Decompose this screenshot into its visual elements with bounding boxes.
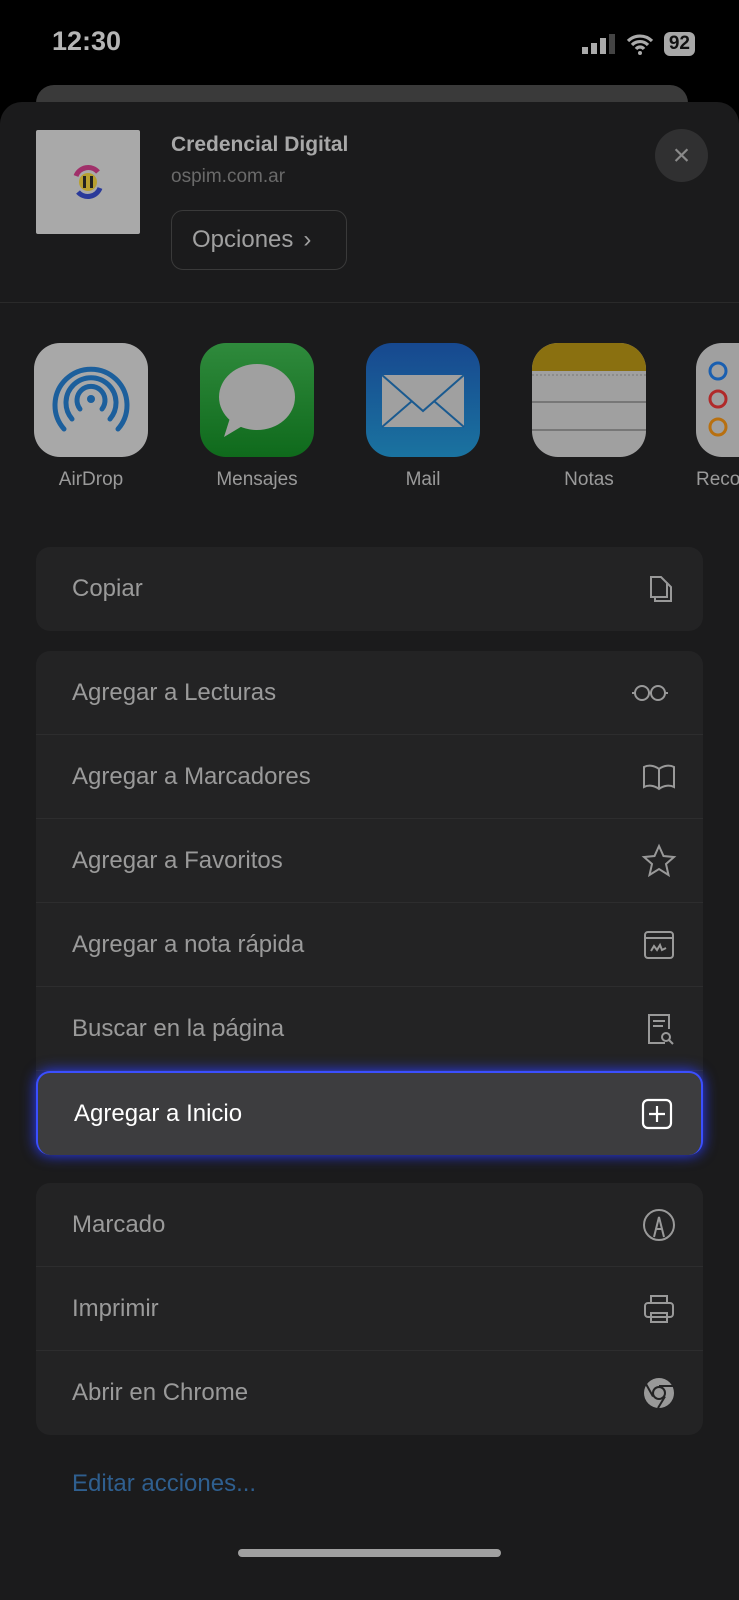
action-group-copy: Copiar <box>36 547 703 631</box>
action-label: Agregar a Marcadores <box>72 762 311 790</box>
signal-icon <box>581 34 615 54</box>
action-label: Copiar <box>72 575 143 602</box>
copy-icon <box>650 576 672 602</box>
reminders-icon <box>696 343 739 457</box>
chevron-right-icon: › <box>303 226 312 253</box>
action-label: Imprimir <box>72 1294 159 1322</box>
glasses-icon <box>632 684 668 701</box>
share-app-recordatorios[interactable]: Reco <box>696 343 739 491</box>
action-nota-rapida[interactable]: Agregar a nota rápida <box>36 903 703 987</box>
action-group-add: Agregar a Lecturas Agregar a Marcadores … <box>36 651 703 1155</box>
action-copiar[interactable]: Copiar <box>36 547 703 631</box>
share-app-mail[interactable]: Mail <box>366 343 480 491</box>
battery-level: 92 <box>663 32 695 56</box>
share-app-mensajes[interactable]: Mensajes <box>200 343 314 491</box>
options-button[interactable]: Opciones › <box>171 210 347 270</box>
share-app-airdrop[interactable]: AirDrop <box>34 343 148 491</box>
markup-icon <box>643 1208 675 1241</box>
action-abrir-chrome[interactable]: Abrir en Chrome <box>36 1351 703 1435</box>
star-icon <box>641 843 677 877</box>
edit-actions-link[interactable]: Editar acciones... <box>72 1470 256 1498</box>
page-url: ospim.com.ar <box>171 166 286 187</box>
notes-icon <box>532 343 646 457</box>
status-time: 12:30 <box>52 26 122 56</box>
find-in-page-icon <box>648 1013 674 1045</box>
divider <box>0 302 739 303</box>
action-label: Marcado <box>72 1210 166 1238</box>
home-indicator[interactable] <box>238 1549 501 1557</box>
action-buscar-pagina[interactable]: Buscar en la página <box>36 987 703 1071</box>
action-agregar-lecturas[interactable]: Agregar a Lecturas <box>36 651 703 735</box>
action-label: Agregar a Favoritos <box>72 846 283 874</box>
add-square-icon <box>641 1098 673 1130</box>
action-label: Agregar a nota rápida <box>72 930 305 958</box>
close-button[interactable]: × <box>655 129 708 182</box>
site-thumbnail <box>36 130 140 234</box>
action-label: Buscar en la página <box>72 1014 285 1042</box>
ospim-logo <box>73 165 103 199</box>
chrome-icon <box>644 1378 674 1409</box>
action-label: Agregar a Inicio <box>74 1100 243 1127</box>
action-label: Agregar a Lecturas <box>72 678 277 706</box>
page-title: Credencial Digital <box>171 133 349 156</box>
options-label: Opciones <box>192 226 294 253</box>
mail-icon <box>366 343 480 457</box>
action-agregar-inicio[interactable]: Agregar a Inicio <box>36 1071 703 1155</box>
app-label: Notas <box>564 469 614 490</box>
airdrop-icon <box>34 343 148 457</box>
action-label: Abrir en Chrome <box>72 1379 249 1406</box>
action-imprimir[interactable]: Imprimir <box>36 1267 703 1351</box>
status-icons: 92 <box>581 32 695 56</box>
action-agregar-favoritos[interactable]: Agregar a Favoritos <box>36 819 703 903</box>
app-label: AirDrop <box>58 469 124 490</box>
action-marcado[interactable]: Marcado <box>36 1183 703 1267</box>
quick-note-icon <box>644 930 674 959</box>
app-label: Mail <box>405 469 441 490</box>
action-group-other: Marcado Imprimir Abrir en Chrome <box>36 1183 703 1435</box>
action-agregar-marcadores[interactable]: Agregar a Marcadores <box>36 735 703 819</box>
app-label: Reco <box>696 469 739 490</box>
book-icon <box>643 764 675 790</box>
printer-icon <box>644 1294 674 1323</box>
wifi-icon <box>626 34 653 55</box>
close-icon: × <box>672 138 691 172</box>
app-label: Mensajes <box>216 469 298 490</box>
share-app-notas[interactable]: Notas <box>532 343 646 491</box>
messages-icon <box>200 343 314 457</box>
